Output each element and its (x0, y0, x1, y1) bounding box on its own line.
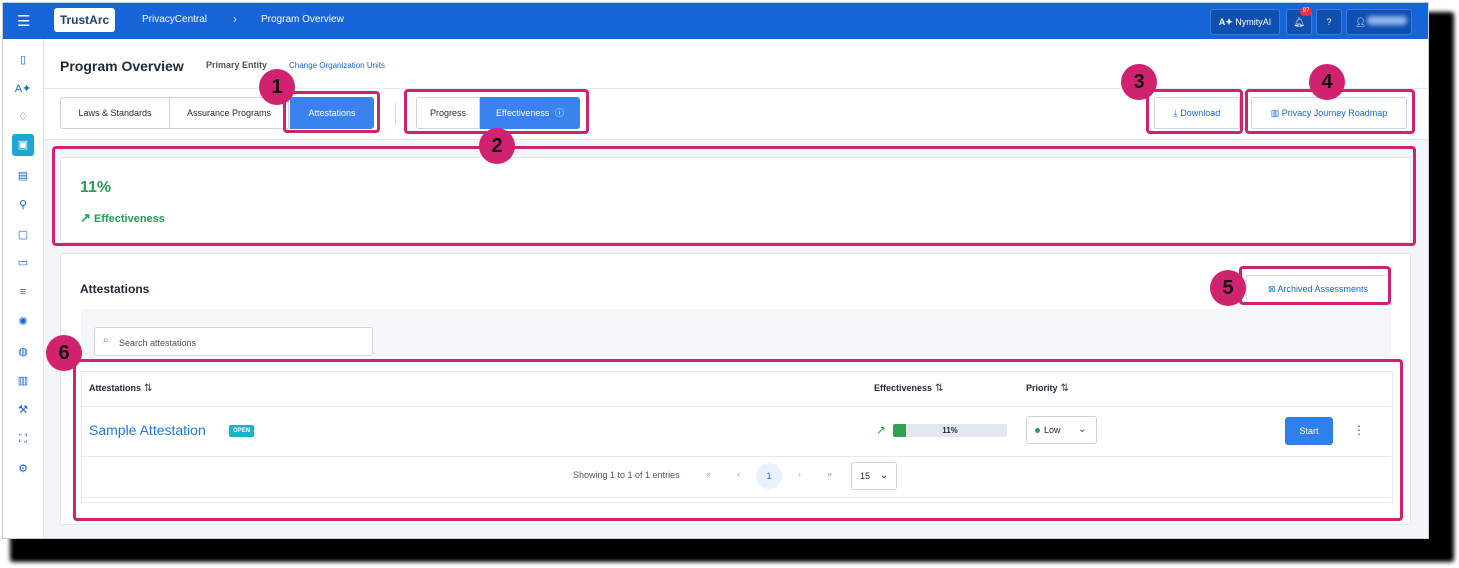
step-marker-6: 6 (46, 335, 82, 371)
document-icon[interactable]: ▯ (12, 49, 34, 71)
highlight-archived (1239, 266, 1391, 305)
clipboard-icon[interactable]: ▢ (12, 224, 34, 246)
highlight-summary-card (52, 146, 1416, 246)
search-attestations-field[interactable]: ⌕ (94, 327, 373, 356)
breadcrumb-privacycentral[interactable]: PrivacyCentral (142, 14, 207, 25)
help-button[interactable]: ? (1316, 9, 1342, 35)
list-doc-icon[interactable]: ≡ (12, 281, 34, 303)
report-icon[interactable]: ▥ (12, 370, 34, 392)
step-marker-4: 4 (1309, 64, 1345, 100)
step-marker-5: 5 (1210, 270, 1246, 306)
ai-icon[interactable]: A✦ (12, 78, 34, 100)
tab-laws-standards[interactable]: Laws & Standards (60, 97, 170, 129)
change-organization-units-link[interactable]: Change Organization Units (289, 61, 385, 70)
step-marker-1: 1 (259, 69, 295, 105)
help-icon: ? (1326, 17, 1332, 27)
bell-icon[interactable]: ♢ (12, 106, 34, 128)
search-icon: ⌕ (103, 335, 109, 346)
globe-gear-icon[interactable]: ✺ (12, 311, 34, 333)
flow-icon[interactable]: ⛶ (12, 428, 34, 450)
trustarc-logo[interactable]: TrustArc (54, 8, 115, 32)
sidebar: ▯ A✦ ♢ ▣ ▤ ⚲ ▢ ▭ ≡ ✺ ◍ ▥ ⚒ ⛶ ⚙ (3, 39, 44, 538)
search-input[interactable] (117, 334, 361, 352)
breadcrumb-program-overview: Program Overview (261, 14, 344, 25)
highlight-download (1146, 89, 1243, 134)
toolbar-separator (395, 103, 396, 125)
nymityai-button[interactable]: A✦ NymityAI (1210, 9, 1280, 35)
primary-entity-label: Primary Entity (206, 60, 268, 70)
notification-badge: 97 (1300, 7, 1312, 16)
settings-icon[interactable]: ⚙ (12, 458, 34, 480)
bell-icon: 🔔︎ (1293, 17, 1305, 27)
highlight-table (73, 359, 1403, 521)
table-icon[interactable]: ▤ (12, 165, 34, 187)
step-marker-2: 2 (479, 128, 515, 164)
step-marker-3: 3 (1121, 64, 1157, 100)
user-icon: 👤︎ (1355, 17, 1367, 27)
monitor-icon[interactable]: ▭ (12, 252, 34, 274)
program-icon[interactable]: ▣ (12, 134, 34, 156)
nymityai-label: NymityAI (1235, 17, 1272, 27)
user-name-redacted (1367, 16, 1407, 25)
org-chart-icon[interactable]: ⚲ (12, 194, 34, 216)
nymity-icon: A✦ (1218, 17, 1233, 27)
attestations-section-title: Attestations (80, 282, 150, 296)
page-title: Program Overview (60, 58, 184, 74)
globe-icon[interactable]: ◍ (12, 341, 34, 363)
top-bar: ☰ TrustArc PrivacyCentral › Program Over… (3, 3, 1428, 39)
menu-icon[interactable]: ☰ (17, 12, 30, 30)
breadcrumb-separator: › (233, 12, 237, 26)
gavel-icon[interactable]: ⚒ (12, 399, 34, 421)
highlight-attestations-tab (283, 91, 380, 133)
